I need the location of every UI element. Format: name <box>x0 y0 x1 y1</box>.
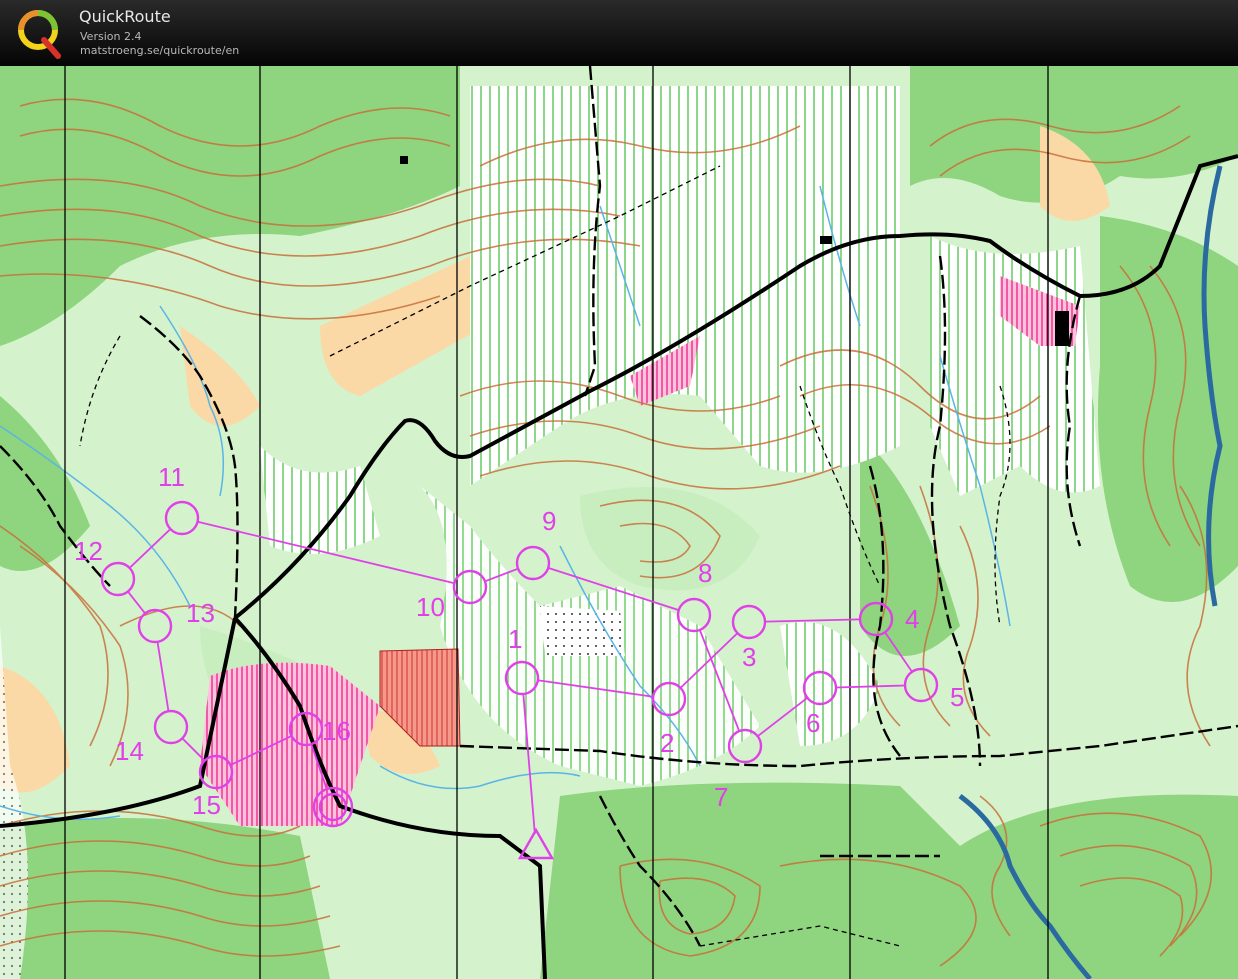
control-number-14: 14 <box>115 736 144 766</box>
control-number-12: 12 <box>74 536 103 566</box>
app-name: QuickRoute <box>79 7 171 26</box>
control-number-9: 9 <box>542 506 556 536</box>
app-header: QuickRoute Version 2.4 matstroeng.se/qui… <box>0 0 1238 66</box>
control-number-6: 6 <box>806 708 820 738</box>
control-number-16: 16 <box>322 716 351 746</box>
control-number-7: 7 <box>714 782 728 812</box>
app-version: Version 2.4 <box>80 30 142 43</box>
control-number-8: 8 <box>698 558 712 588</box>
control-number-11: 11 <box>158 462 185 492</box>
control-number-4: 4 <box>905 604 919 634</box>
orienteering-map[interactable]: 12345678910111213141516 <box>0 66 1238 979</box>
control-number-3: 3 <box>742 642 756 672</box>
control-number-15: 15 <box>192 790 221 820</box>
quickroute-logo-icon <box>18 10 61 59</box>
control-number-5: 5 <box>950 682 964 712</box>
control-number-2: 2 <box>660 728 674 758</box>
control-number-13: 13 <box>186 598 215 628</box>
app-url[interactable]: matstroeng.se/quickroute/en <box>80 44 239 57</box>
control-number-1: 1 <box>508 624 522 654</box>
control-number-10: 10 <box>416 592 445 622</box>
